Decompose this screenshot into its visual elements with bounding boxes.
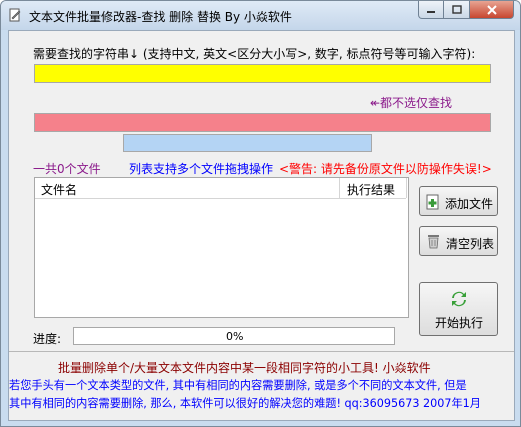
column-result-label: 执行结果 — [347, 183, 396, 197]
app-window: 文本文件批量修改器-查找 删除 替换 By 小焱软件 需要查找的字符串↓ (支持… — [0, 0, 521, 427]
find-text-input[interactable] — [34, 64, 491, 83]
footer-description-line2: 其中有相同的内容需要删除, 那么, 本软件可以很好的解决您的难题! qq:360… — [9, 397, 481, 410]
start-button[interactable]: 开始执行 — [419, 282, 498, 336]
window-controls — [418, 1, 514, 20]
column-filename[interactable]: 文件名 — [35, 178, 340, 198]
refresh-icon — [452, 291, 466, 307]
file-count: 一共0个文件 — [33, 162, 101, 176]
maximize-icon — [451, 5, 462, 14]
secondary-input[interactable] — [123, 134, 372, 152]
clear-list-label: 清空列表 — [446, 237, 495, 251]
minimize-icon — [427, 10, 435, 13]
warning-text: <警告: 请先备份原文件以防操作失误!> — [279, 162, 492, 176]
column-result[interactable]: 执行结果 — [340, 178, 407, 198]
progress-text: 0% — [226, 330, 244, 343]
replace-text-input[interactable] — [34, 113, 491, 132]
add-file-label: 添加文件 — [445, 197, 494, 211]
divider — [9, 351, 514, 352]
start-label: 开始执行 — [435, 316, 484, 330]
trash-icon — [428, 235, 439, 249]
main-panel: 需要查找的字符串↓ (支持中文, 英文<区分大小写>, 数字, 标点符号等可输入… — [8, 30, 515, 421]
title-bar[interactable]: 文本文件批量修改器-查找 删除 替换 By 小焱软件 — [1, 1, 520, 30]
minimize-button[interactable] — [418, 1, 444, 19]
clear-list-button[interactable]: 清空列表 — [419, 226, 498, 256]
edit-file-icon — [9, 8, 21, 22]
drag-hint: 列表支持多个文件拖拽操作 — [129, 162, 274, 176]
maximize-button[interactable] — [444, 1, 470, 19]
add-file-button[interactable]: 添加文件 — [419, 186, 498, 216]
footer-title: 批量删除单个/大量文本文件内容中某一段相同字符的小工具! 小焱软件 — [58, 361, 431, 375]
close-icon — [486, 4, 497, 15]
file-list[interactable]: 文件名 执行结果 — [34, 177, 409, 318]
footer-description-line1: 若您手头有一个文本类型的文件, 其中有相同的内容需要删除, 或是多个不同的文本文… — [9, 379, 467, 392]
find-only-link[interactable]: ↞都不选仅查找 — [370, 94, 452, 111]
window-title: 文本文件批量修改器-查找 删除 替换 By 小焱软件 — [29, 10, 292, 24]
close-button[interactable] — [470, 1, 514, 19]
file-list-header: 文件名 执行结果 — [35, 178, 407, 199]
column-filename-label: 文件名 — [41, 183, 78, 197]
progress-bar: 0% — [73, 327, 395, 345]
progress-label: 进度: — [33, 332, 62, 346]
add-file-icon — [426, 194, 439, 210]
search-label: 需要查找的字符串↓ (支持中文, 英文<区分大小写>, 数字, 标点符号等可输入… — [33, 47, 476, 61]
